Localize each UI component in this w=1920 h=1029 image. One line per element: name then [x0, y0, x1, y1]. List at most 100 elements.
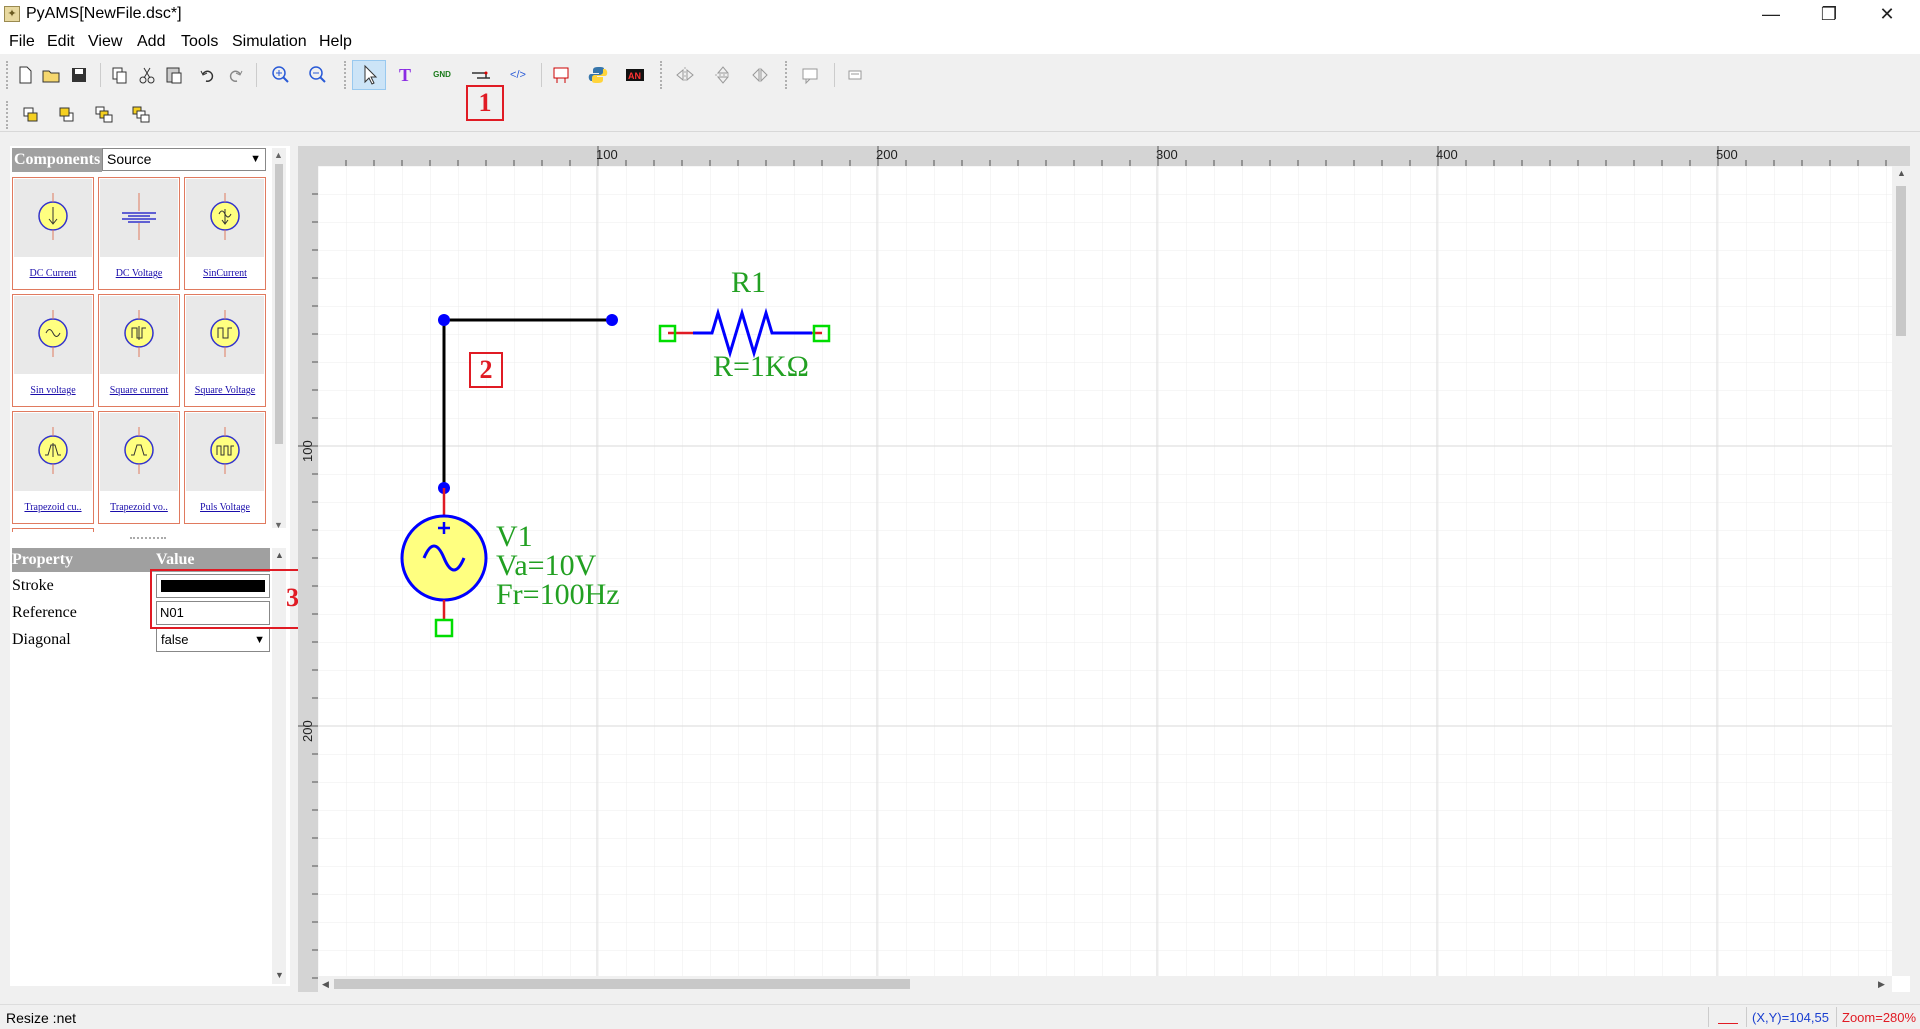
- code-tool-icon[interactable]: </>: [505, 62, 531, 88]
- text-tool-icon[interactable]: T: [392, 62, 418, 88]
- svg-text:AN: AN: [628, 71, 641, 81]
- status-bar: Resize :net (X,Y)=104,55 Zoom=280%: [0, 1004, 1920, 1029]
- component-library-select[interactable]: Source ▼: [102, 148, 266, 171]
- scroll-down-icon[interactable]: ▼: [275, 970, 284, 980]
- scroll-thumb[interactable]: [334, 979, 910, 989]
- zoom-in-icon[interactable]: [268, 62, 294, 88]
- component-square-voltage[interactable]: Square Voltage: [184, 294, 266, 407]
- ruler-label: 100: [300, 440, 315, 462]
- component-dc-current[interactable]: DC Current: [12, 177, 94, 290]
- property-key: Reference: [12, 604, 77, 621]
- component-partial-row: [12, 528, 94, 532]
- component-dc-voltage[interactable]: DC Voltage: [98, 177, 180, 290]
- paste-icon[interactable]: [161, 62, 187, 88]
- scroll-up-icon[interactable]: ▲: [275, 550, 284, 560]
- zoom-out-icon[interactable]: [305, 62, 331, 88]
- send-backward-icon[interactable]: [128, 102, 154, 128]
- copy-icon[interactable]: [107, 62, 133, 88]
- components-scrollbar[interactable]: ▲ ▼: [272, 148, 286, 530]
- save-icon[interactable]: [66, 62, 92, 88]
- scroll-thumb[interactable]: [1896, 186, 1906, 336]
- ground-tool-icon[interactable]: GND: [429, 62, 455, 88]
- menu-tools[interactable]: Tools: [181, 33, 218, 51]
- arrange-toolbar: [0, 97, 1920, 132]
- menu-simulation[interactable]: Simulation: [232, 33, 307, 51]
- canvas-horizontal-scrollbar[interactable]: ◀ ▶: [318, 976, 1892, 992]
- rotate-icon[interactable]: [747, 62, 773, 88]
- status-coordinates: (X,Y)=104,55: [1752, 1010, 1829, 1025]
- source-reference[interactable]: V1: [496, 522, 533, 552]
- horizontal-ruler: 100 200 300 400 500: [298, 146, 1910, 166]
- canvas-vertical-scrollbar[interactable]: ▲: [1892, 166, 1910, 976]
- status-message: Resize :net: [6, 1010, 77, 1026]
- ruler-label: 500: [1716, 147, 1738, 162]
- window-title: PyAMS[NewFile.dsc*]: [26, 5, 182, 22]
- menu-file[interactable]: File: [9, 33, 35, 51]
- probe-icon[interactable]: [548, 62, 574, 88]
- python-icon[interactable]: [585, 62, 611, 88]
- property-key: Stroke: [12, 577, 54, 594]
- toolbar-grip-4[interactable]: [785, 61, 791, 89]
- component-trapezoid-current[interactable]: Trapezoid cu..: [12, 411, 94, 524]
- component-square-current[interactable]: Square current: [98, 294, 180, 407]
- analysis-icon[interactable]: AN: [622, 62, 648, 88]
- scroll-right-icon[interactable]: ▶: [1878, 979, 1885, 990]
- bring-forward-icon[interactable]: [91, 102, 117, 128]
- status-zoom: Zoom=280%: [1842, 1010, 1917, 1025]
- source-frequency[interactable]: Fr=100Hz: [496, 580, 620, 610]
- open-folder-icon[interactable]: [38, 62, 64, 88]
- component-sin-current[interactable]: SinCurrent: [184, 177, 266, 290]
- panel-splitter-handle[interactable]: [130, 537, 166, 543]
- scroll-up-icon[interactable]: ▲: [1897, 168, 1906, 178]
- toolbar-grip-2[interactable]: [344, 61, 350, 89]
- property-row-diagonal: Diagonal false ▼: [12, 627, 270, 654]
- toolbar-grip-3[interactable]: [660, 61, 666, 89]
- chevron-down-icon: ▼: [250, 153, 261, 165]
- component-pulse-voltage[interactable]: Puls Voltage: [184, 411, 266, 524]
- scroll-up-icon[interactable]: ▲: [274, 150, 283, 160]
- vertical-ruler: 100 200: [298, 166, 318, 992]
- component-trapezoid-voltage[interactable]: Trapezoid vo..: [98, 411, 180, 524]
- status-line-indicator: [1718, 1009, 1738, 1024]
- restore-button[interactable]: ❐: [1800, 0, 1858, 30]
- send-to-back-icon[interactable]: [54, 102, 80, 128]
- flip-horizontal-icon[interactable]: [672, 62, 698, 88]
- scroll-down-icon[interactable]: ▼: [274, 520, 283, 530]
- menu-add[interactable]: Add: [137, 33, 165, 51]
- cut-icon[interactable]: [134, 62, 160, 88]
- menu-edit[interactable]: Edit: [47, 33, 75, 51]
- redo-icon[interactable]: [222, 62, 248, 88]
- new-file-icon[interactable]: [12, 62, 38, 88]
- ruler-label: 200: [300, 720, 315, 742]
- ruler-label: 200: [876, 147, 898, 162]
- components-header: Components: [12, 148, 102, 172]
- diagonal-select[interactable]: false ▼: [156, 628, 270, 652]
- scroll-left-icon[interactable]: ◀: [322, 979, 329, 990]
- resistor-reference[interactable]: R1: [731, 266, 766, 300]
- bring-to-front-icon[interactable]: [18, 102, 44, 128]
- main-toolbar: T GND </> AN: [0, 57, 1920, 93]
- title-bar: ✦ PyAMS[NewFile.dsc*] — ❐ ✕: [0, 0, 1920, 30]
- window-icon[interactable]: [842, 62, 868, 88]
- ruler-label: 400: [1436, 147, 1458, 162]
- minimize-button[interactable]: —: [1742, 0, 1800, 30]
- flip-vertical-icon[interactable]: [710, 62, 736, 88]
- ruler-label: 300: [1156, 147, 1178, 162]
- component-sin-voltage[interactable]: Sin voltage: [12, 294, 94, 407]
- pointer-icon[interactable]: [352, 60, 386, 90]
- scroll-thumb[interactable]: [275, 164, 283, 444]
- undo-icon[interactable]: [195, 62, 221, 88]
- menu-bar: File Edit View Add Tools Simulation Help: [0, 30, 1920, 54]
- schematic-canvas[interactable]: R1 R=1KΩ V1 Va=10V Fr=100Hz 2 100 200 30…: [298, 146, 1910, 992]
- ruler-label: 100: [596, 147, 618, 162]
- source-amplitude[interactable]: Va=10V: [496, 551, 596, 581]
- annotation-marker-3: 3: [150, 569, 316, 629]
- page-setup-icon[interactable]: [797, 62, 823, 88]
- menu-view[interactable]: View: [88, 33, 122, 51]
- toolbar-grip-5[interactable]: [6, 101, 12, 129]
- property-column-header: Property: [12, 551, 74, 568]
- close-button[interactable]: ✕: [1858, 0, 1916, 30]
- menu-help[interactable]: Help: [319, 33, 352, 51]
- property-key: Diagonal: [12, 631, 71, 648]
- resistor-value[interactable]: R=1KΩ: [713, 350, 809, 384]
